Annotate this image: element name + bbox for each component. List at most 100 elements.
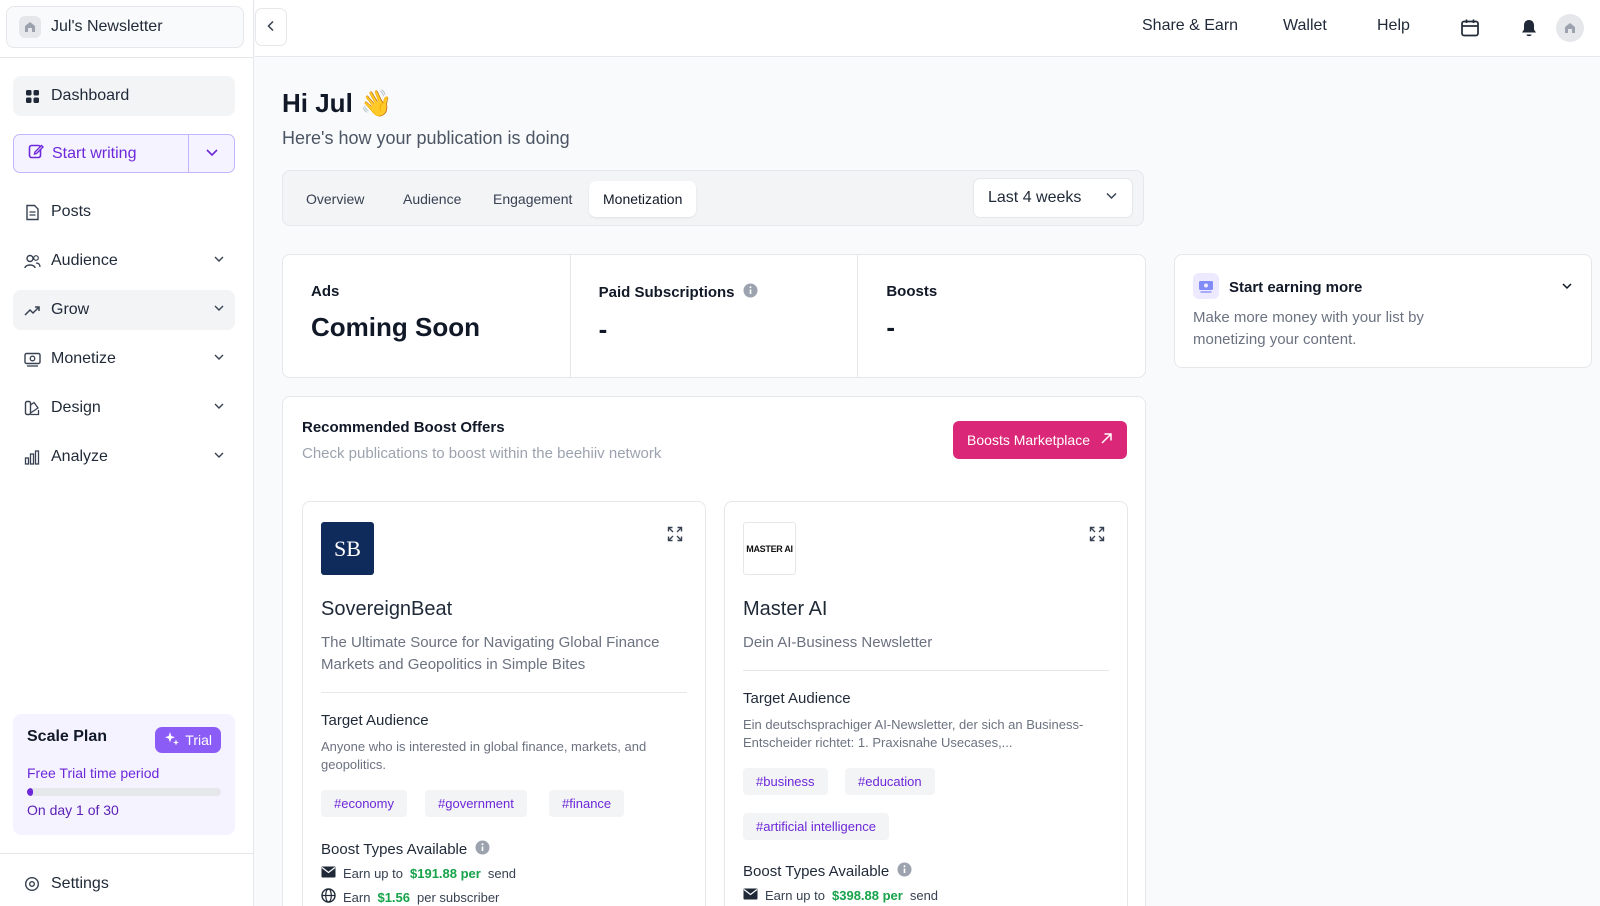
boost-offers-title: Recommended Boost Offers <box>302 419 505 436</box>
design-icon <box>23 399 41 417</box>
sidebar: Jul's Newsletter Dashboard Start writing… <box>0 0 254 906</box>
offer-logo: MASTER AI <box>743 522 796 575</box>
sidebar-item-design[interactable]: Design <box>13 388 235 428</box>
boost-line-money: $1.56 <box>377 889 411 905</box>
boost-types-label: Boost Types Available <box>321 840 490 859</box>
boost-type-subscriber: Earn $1.56 per subscriber <box>321 888 499 906</box>
start-writing-button[interactable]: Start writing <box>14 135 188 172</box>
publication-logo-icon <box>19 16 41 38</box>
sidebar-item-label: Audience <box>51 252 118 269</box>
boost-types-text: Boost Types Available <box>321 841 468 858</box>
trial-progress-bar <box>27 788 221 796</box>
tab-overview[interactable]: Overview <box>292 181 378 217</box>
stat-value: - <box>598 314 608 344</box>
sidebar-item-label: Dashboard <box>51 87 130 104</box>
expand-icon[interactable] <box>1089 526 1105 547</box>
chevron-down-icon[interactable] <box>1561 279 1573 297</box>
page-title: Hi Jul 👋 <box>282 88 393 118</box>
tab-audience[interactable]: Audience <box>389 181 475 217</box>
sidebar-item-dashboard[interactable]: Dashboard <box>13 76 235 116</box>
publication-switcher[interactable]: Jul's Newsletter <box>6 6 244 48</box>
info-icon[interactable] <box>743 283 758 302</box>
chevron-down-icon <box>213 448 225 466</box>
collapse-sidebar-button[interactable] <box>255 8 287 46</box>
gear-icon <box>23 875 41 893</box>
stat-label: Ads <box>311 283 340 300</box>
chevron-down-icon <box>213 301 225 319</box>
boost-line-money: $398.88 per <box>832 888 903 903</box>
boost-offer-card[interactable]: SB SovereignBeat The Ultimate Source for… <box>302 501 706 906</box>
chevron-down-icon <box>213 350 225 368</box>
sidebar-item-monetize[interactable]: Monetize <box>13 339 235 379</box>
target-audience-label: Target Audience <box>743 690 851 707</box>
publication-name: Jul's Newsletter <box>51 18 163 35</box>
dashboard-icon <box>23 87 41 105</box>
settings-divider <box>0 853 254 854</box>
offer-tag: #artificial intelligence <box>743 813 889 840</box>
tab-engagement[interactable]: Engagement <box>479 181 586 217</box>
boost-offer-card[interactable]: MASTER AI Master AI Dein AI-Business New… <box>724 501 1128 906</box>
trending-up-icon <box>23 301 41 319</box>
boost-line-pre: Earn <box>343 889 371 905</box>
stat-label-group: Paid Subscriptions <box>599 283 830 302</box>
info-icon[interactable] <box>475 840 490 859</box>
chevron-down-icon <box>205 145 219 162</box>
stat-boosts: Boosts - <box>858 255 1145 377</box>
target-audience-text: Anyone who is interested in global finan… <box>321 739 647 772</box>
sidebar-item-settings[interactable]: Settings <box>13 864 235 904</box>
sidebar-item-posts[interactable]: Posts <box>13 192 235 232</box>
monetization-stats: Ads Coming Soon Paid Subscriptions - Boo… <box>282 254 1146 378</box>
sparkles-icon <box>164 731 180 750</box>
info-icon[interactable] <box>897 862 912 881</box>
trial-badge-label: Trial <box>185 732 212 748</box>
offer-divider <box>321 692 687 693</box>
date-range-select[interactable]: Last 4 weeks <box>973 178 1133 218</box>
offer-tag: #education <box>845 768 935 795</box>
chevron-down-icon <box>1105 189 1118 207</box>
envelope-icon <box>321 866 336 881</box>
calendar-icon[interactable] <box>1458 16 1482 40</box>
offer-divider <box>743 670 1109 671</box>
globe-icon <box>321 888 336 906</box>
boost-type-send: Earn up to $398.88 per send <box>743 888 938 903</box>
offer-tag: #business <box>743 768 828 795</box>
earn-description: Make more money with your list by moneti… <box>1193 309 1424 348</box>
sidebar-item-label: Design <box>51 399 101 416</box>
boost-offers-subtitle: Check publications to boost within the b… <box>302 445 662 462</box>
sidebar-item-analyze[interactable]: Analyze <box>13 437 235 477</box>
tab-monetization[interactable]: Monetization <box>589 181 697 217</box>
trial-badge[interactable]: Trial <box>155 727 221 753</box>
earn-title: Start earning more <box>1229 279 1363 296</box>
target-audience-label: Target Audience <box>321 712 429 729</box>
edit-icon <box>28 143 44 164</box>
offer-logo: SB <box>321 522 374 575</box>
boost-types-text: Boost Types Available <box>743 863 890 880</box>
sidebar-item-label: Settings <box>51 875 109 892</box>
offer-tag: #economy <box>321 790 407 817</box>
stat-ads: Ads Coming Soon <box>283 255 571 377</box>
sidebar-item-grow[interactable]: Grow <box>13 290 235 330</box>
share-earn-link[interactable]: Share & Earn <box>1142 17 1238 35</box>
users-icon <box>23 252 41 270</box>
boosts-marketplace-button[interactable]: Boosts Marketplace <box>953 421 1127 459</box>
expand-icon[interactable] <box>667 526 683 547</box>
offer-tag: #finance <box>549 790 625 817</box>
start-earning-card[interactable]: Start earning more Make more money with … <box>1174 254 1592 368</box>
wallet-link[interactable]: Wallet <box>1283 17 1327 35</box>
user-avatar[interactable] <box>1556 14 1584 42</box>
plan-card[interactable]: Scale Plan Trial Free Trial time period … <box>13 714 235 835</box>
boosts-marketplace-label: Boosts Marketplace <box>967 432 1090 448</box>
boost-offers-panel: Recommended Boost Offers Check publicati… <box>282 396 1146 906</box>
chevron-down-icon <box>213 252 225 270</box>
sidebar-item-label: Grow <box>51 301 90 318</box>
help-link[interactable]: Help <box>1377 17 1410 35</box>
start-writing-dropdown[interactable] <box>188 135 234 172</box>
boost-line-post: send <box>487 866 517 881</box>
stat-paid-subscriptions: Paid Subscriptions - <box>571 255 859 377</box>
stat-value: - <box>886 312 896 342</box>
bar-chart-icon <box>23 448 41 466</box>
bell-icon[interactable] <box>1517 16 1541 40</box>
sidebar-divider <box>0 57 254 58</box>
boost-line-money: $191.88 per <box>410 866 481 881</box>
sidebar-item-audience[interactable]: Audience <box>13 241 235 281</box>
